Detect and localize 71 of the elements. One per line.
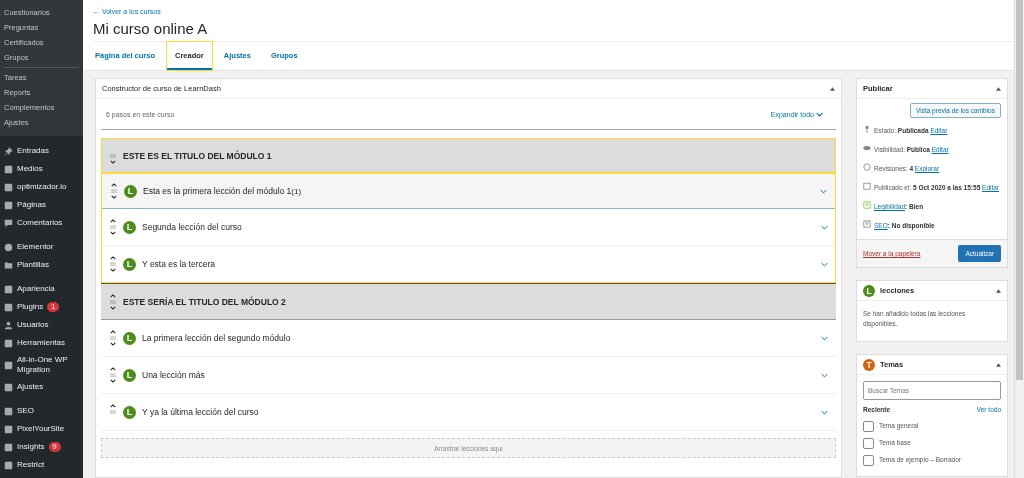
menu-item[interactable]: Plugins 1 — [0, 298, 83, 316]
move-down-icon[interactable] — [110, 159, 116, 164]
menu-item[interactable]: Medios — [0, 160, 83, 178]
collapse-icon[interactable] — [996, 362, 1001, 367]
module-header[interactable]: ESTE SERÍA EL TITULO DEL MÓDULO 2 — [101, 283, 836, 320]
lesson-row[interactable]: L Una lección más — [101, 357, 836, 394]
menu-item[interactable]: Herramientas — [0, 334, 83, 352]
menu-item[interactable]: PixelYourSite — [0, 420, 83, 438]
topic-badge: T — [863, 358, 875, 371]
expand-icon[interactable] — [821, 372, 828, 378]
lesson-badge: L — [123, 257, 136, 271]
move-down-icon[interactable] — [110, 231, 116, 235]
lesson-row[interactable]: L Segunda lección del curso — [101, 209, 836, 246]
folder-icon — [4, 260, 13, 270]
collapse-icon[interactable] — [830, 86, 835, 91]
circle-icon — [4, 242, 13, 252]
user-icon — [4, 320, 13, 330]
lesson-badge: L — [123, 368, 136, 382]
lesson-badge: L — [123, 405, 136, 419]
move-up-icon[interactable] — [110, 219, 116, 223]
calendar-icon — [863, 182, 871, 190]
checkbox[interactable] — [863, 438, 874, 449]
clock-icon — [863, 163, 871, 171]
expand-icon[interactable] — [821, 335, 828, 341]
menu-item[interactable]: Elementor — [0, 238, 83, 256]
collapse-icon[interactable] — [996, 288, 1001, 293]
menu-item[interactable]: Apariencia — [0, 280, 83, 298]
menu-item[interactable]: Insights 9 — [0, 438, 83, 456]
lesson-badge: L — [124, 184, 137, 198]
expand-icon[interactable] — [821, 409, 828, 415]
chevron-down-icon — [816, 111, 823, 117]
move-up-icon[interactable] — [110, 293, 116, 298]
move-down-icon[interactable] — [110, 342, 116, 346]
collapse-icon[interactable] — [996, 86, 1001, 91]
move-up-icon[interactable] — [111, 183, 117, 187]
count-badge: 9 — [48, 442, 61, 452]
count-badge: 1 — [47, 302, 60, 312]
move-down-icon[interactable] — [110, 305, 116, 310]
menu-item[interactable]: Usuarios — [0, 316, 83, 334]
page-title: Mi curso online A — [93, 20, 1014, 42]
menu-item[interactable]: Comentarios — [0, 214, 83, 232]
lesson-row[interactable]: L La primera lección del segundo módulo — [101, 320, 836, 357]
menu-item[interactable]: Ajustes — [0, 378, 83, 396]
comment-icon — [4, 218, 13, 228]
module-header[interactable]: ESTE ES EL TITULO DEL MÓDULO 1 — [101, 138, 836, 173]
expand-icon[interactable] — [821, 224, 828, 230]
checkbox[interactable] — [863, 421, 874, 432]
lesson-row[interactable]: L Y ya la última lección del curso — [101, 394, 836, 431]
move-up-icon[interactable] — [110, 330, 116, 334]
eye-icon — [863, 144, 871, 152]
lesson-badge: L — [123, 220, 136, 234]
menu-item[interactable]: All-in-One WP Migration — [0, 352, 83, 378]
pin-icon — [4, 146, 13, 156]
menu-item[interactable]: Plantillas — [0, 256, 83, 274]
menu-item[interactable]: optimizador.io — [0, 178, 83, 196]
menu-item[interactable]: Páginas — [0, 196, 83, 214]
move-up-icon[interactable] — [110, 367, 116, 371]
move-up-icon[interactable] — [110, 404, 116, 408]
menu-item[interactable]: SEO — [0, 402, 83, 420]
move-down-icon[interactable] — [110, 379, 116, 383]
scrollbar[interactable] — [1014, 0, 1024, 478]
lesson-row[interactable]: L Esta es la primera lección del módulo 1(1) — [101, 173, 836, 209]
move-down-icon[interactable] — [111, 195, 117, 199]
lesson-badge: L — [863, 284, 875, 297]
move-up-icon[interactable] — [110, 256, 116, 260]
lesson-badge: L — [123, 331, 136, 345]
expand-icon[interactable] — [821, 261, 828, 267]
move-down-icon[interactable] — [110, 268, 116, 272]
menu-item[interactable]: Restrict — [0, 456, 83, 474]
menu-item[interactable]: Entradas — [0, 142, 83, 160]
checkbox[interactable] — [863, 455, 874, 466]
